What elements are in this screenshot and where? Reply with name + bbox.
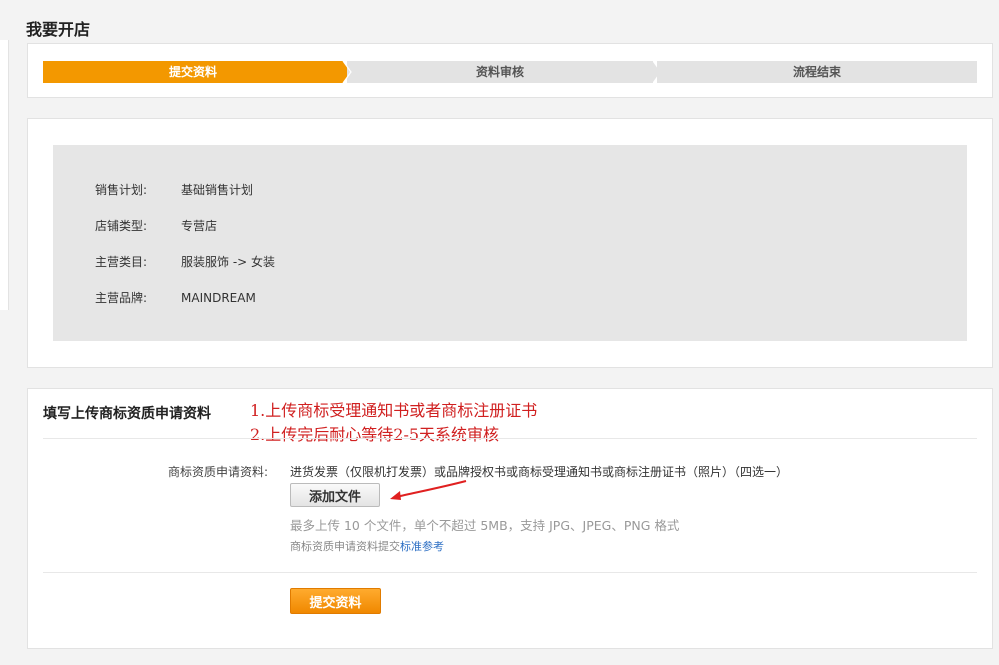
step-submit-info: 提交资料 [43,61,343,83]
info-value: 专营店 [181,219,218,233]
divider [43,438,977,439]
info-value: 基础销售计划 [181,183,254,197]
info-label: 销售计划: [95,183,148,197]
store-info-box: 销售计划: 基础销售计划 店铺类型: 专营店 主营类目: 服装服饰 -> 女装 主营品… [53,145,967,341]
red-arrow-icon [390,480,467,500]
trademark-field-description: 进货发票（仅限机打发票）或品牌授权书或商标受理通知书或商标注册证书（照片）（四选… [290,465,789,479]
step-review: 资料审核 [347,61,653,83]
info-label: 主营类目: [95,255,148,269]
left-sidebar-edge [0,40,9,310]
sub-hint-text: 商标资质申请资料提交 [290,540,400,553]
info-row-main-category: 主营类目: 服装服饰 -> 女装 [95,253,275,270]
store-info-panel: 销售计划: 基础销售计划 店铺类型: 专营店 主营类目: 服装服饰 -> 女装 主营品… [27,118,993,368]
trademark-field-label: 商标资质申请资料: [168,465,269,479]
step-finish: 流程结束 [657,61,977,83]
standard-reference-link[interactable]: 标准参考 [400,540,444,553]
info-label: 店铺类型: [95,219,148,233]
info-value: 服装服饰 -> 女装 [181,255,276,269]
red-annotation: 1.上传商标受理通知书或者商标注册证书 2.上传完后耐心等待2-5天系统审核 [250,399,537,447]
submit-button[interactable]: 提交资料 [290,588,381,614]
divider [43,572,977,573]
upload-sub-hint: 商标资质申请资料提交标准参考 [290,538,444,554]
progress-steps: 提交资料 资料审核 流程结束 [43,61,977,83]
upload-hint: 最多上传 10 个文件，单个不超过 5MB，支持 JPG、JPEG、PNG 格式 [290,518,680,533]
info-row-sales-plan: 销售计划: 基础销售计划 [95,181,253,198]
add-file-button[interactable]: 添加文件 [290,483,380,507]
annotation-line-2: 2.上传完后耐心等待2-5天系统审核 [250,425,500,444]
info-row-store-type: 店铺类型: 专营店 [95,217,217,234]
section-title: 填写上传商标资质申请资料 [43,406,211,422]
upload-panel: 填写上传商标资质申请资料 1.上传商标受理通知书或者商标注册证书 2.上传完后耐… [27,388,993,649]
annotation-line-1: 1.上传商标受理通知书或者商标注册证书 [250,401,538,420]
info-label: 主营品牌: [95,291,148,305]
info-value: MAINDREAM [181,291,256,305]
progress-steps-panel: 提交资料 资料审核 流程结束 [27,43,993,98]
step-divider-icon [342,61,352,83]
page-title: 我要开店 [26,20,91,39]
info-row-main-brand: 主营品牌: MAINDREAM [95,289,256,306]
